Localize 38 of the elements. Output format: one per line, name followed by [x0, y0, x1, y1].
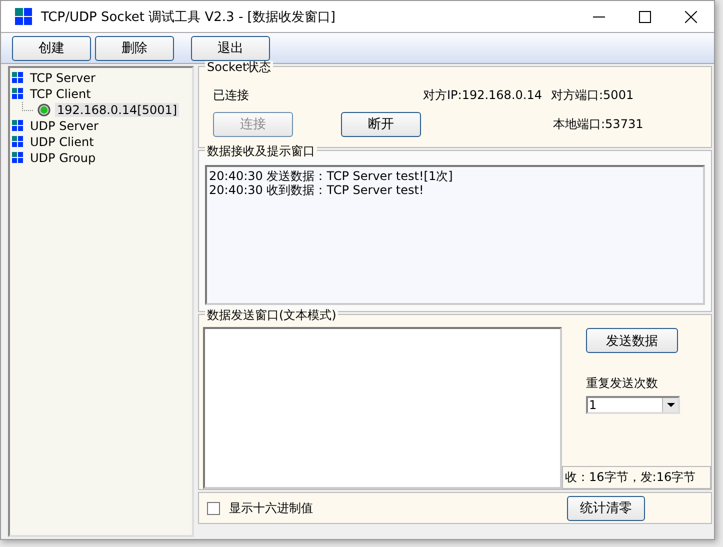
send-button[interactable]: 发送数据	[586, 328, 678, 353]
toolbar-button[interactable]: 删除	[95, 36, 174, 60]
hex-checkbox-label[interactable]: 显示十六进制值	[229, 500, 313, 516]
hex-checkbox[interactable]	[207, 502, 220, 514]
clear-stats-button[interactable]: 统计清零	[567, 496, 645, 520]
tree-item[interactable]: UDP Client	[28, 135, 96, 149]
remote-port: 对方端口:5001	[551, 86, 635, 104]
tree-item[interactable]: TCP Server	[28, 71, 98, 85]
tree-node-icon	[12, 136, 24, 148]
tree-node-icon	[12, 72, 24, 84]
connection-icon	[37, 103, 51, 117]
toolbar-button[interactable]: 退出	[191, 36, 270, 60]
app-icon	[15, 8, 33, 26]
toolbar-button[interactable]: 创建	[12, 36, 91, 60]
tree-node-icon	[12, 152, 24, 164]
disconnect-button[interactable]: 断开	[341, 112, 421, 136]
tree-item[interactable]: TCP Client	[28, 87, 93, 101]
local-port: 本地端口:53731	[552, 116, 644, 132]
repeat-count-label: 重复发送次数	[586, 375, 659, 392]
receive-log[interactable]: 20:40:30 发送数据：TCP Server test![1次] 20:40:30 收到数据：TCP Server test!	[205, 165, 705, 305]
close-icon	[685, 10, 697, 22]
repeat-count-dropdown[interactable]: 1	[586, 396, 680, 414]
tree-item[interactable]: UDP Group	[28, 151, 98, 165]
log-line: 20:40:30 发送数据：TCP Server test![1次]	[209, 169, 454, 183]
tree-item[interactable]: UDP Server	[28, 119, 100, 133]
tree-item[interactable]: 192.168.0.14[5001]	[55, 103, 180, 117]
window-title: TCP/UDP Socket 调试工具 V2.3 - [数据收发窗口]	[41, 8, 336, 26]
connection-state: 已连接	[213, 86, 250, 104]
group-title: 数据接收及提示窗口	[205, 145, 317, 157]
group-title: Socket状态	[205, 61, 274, 73]
byte-stats: 收：16字节，发:16字节	[562, 466, 711, 489]
log-line: 20:40:30 收到数据：TCP Server test!	[209, 183, 425, 197]
maximize-icon	[639, 10, 651, 22]
tree-node-icon	[12, 88, 24, 100]
dropdown-arrow-icon	[666, 402, 674, 408]
remote-ip: 对方IP:192.168.0.14	[423, 86, 543, 104]
group-title: 数据发送窗口(文本模式)	[205, 309, 338, 321]
tree-node-icon	[12, 120, 24, 132]
